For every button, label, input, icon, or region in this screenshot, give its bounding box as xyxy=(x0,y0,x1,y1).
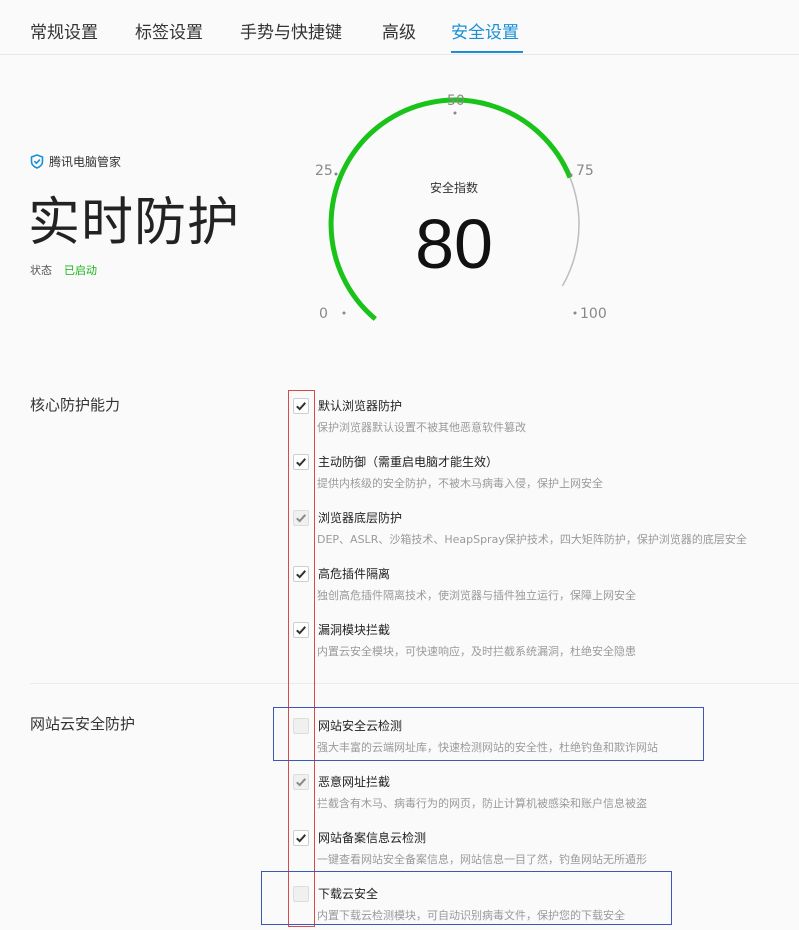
gauge-value: 80 xyxy=(415,205,493,283)
gauge-tick-75: 75 xyxy=(576,163,594,179)
option-desc: 提供内核级的安全防护，不被木马病毒入侵，保护上网安全 xyxy=(317,477,603,490)
section-title-core: 核心防护能力 xyxy=(30,396,121,414)
option-desc: DEP、ASLR、沙箱技术、HeapSpray保护技术，四大矩阵防护，保护浏览器… xyxy=(317,533,747,546)
highlight-box-blue xyxy=(261,871,672,925)
option-title: 浏览器底层防护 xyxy=(318,511,403,525)
option-title: 网站备案信息云检测 xyxy=(318,831,427,845)
section-divider xyxy=(30,683,799,684)
section-title-web: 网站云安全防护 xyxy=(30,715,136,733)
gauge-label: 安全指数 xyxy=(430,180,478,195)
highlight-box-red xyxy=(288,390,315,927)
option-title: 高危插件隔离 xyxy=(318,567,391,581)
gauge-tick-25: 25 xyxy=(315,163,333,179)
option-desc: 拦截含有木马、病毒行为的网页，防止计算机被感染和账户信息被盗 xyxy=(317,797,647,810)
option-desc: 一键查看网站安全备案信息，网站信息一目了然，钓鱼网站无所遁形 xyxy=(317,853,647,866)
gauge-tick-0: 0 xyxy=(319,306,328,322)
highlight-box-blue xyxy=(273,707,704,761)
option-title: 恶意网址拦截 xyxy=(318,775,391,789)
option-desc: 内置云安全模块，可快速响应，及时拦截系统漏洞，杜绝安全隐患 xyxy=(317,645,636,658)
security-gauge: 0 25 50 75 100 安全指数 80 xyxy=(315,93,607,322)
option-title: 漏洞模块拦截 xyxy=(318,623,391,637)
option-desc: 保护浏览器默认设置不被其他恶意软件篡改 xyxy=(317,421,526,434)
gauge-tick-100: 100 xyxy=(580,306,607,322)
option-title: 默认浏览器防护 xyxy=(318,399,403,413)
gauge-tick-50: 50 xyxy=(447,93,465,109)
option-title: 主动防御（需重启电脑才能生效） xyxy=(318,455,499,469)
option-desc: 独创高危插件隔离技术，使浏览器与插件独立运行，保障上网安全 xyxy=(317,589,636,602)
